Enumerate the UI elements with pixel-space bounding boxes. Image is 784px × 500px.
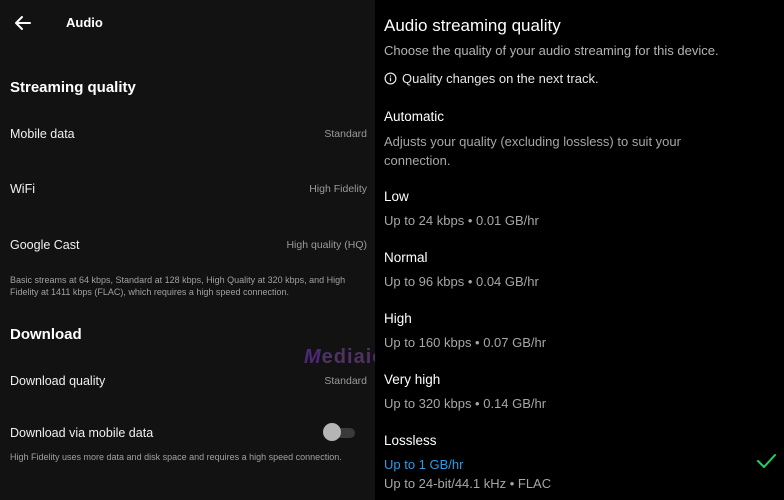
option-desc-selected: Up to 1 GB/hr (384, 457, 464, 472)
row-label: Download quality (10, 374, 106, 388)
wifi-row[interactable]: WiFi High Fidelity (0, 175, 375, 205)
quality-option-very-high[interactable]: Very high Up to 320 kbps • 0.14 GB/hr (375, 372, 784, 414)
audio-settings-panel: Audio Streaming quality Mobile data Stan… (0, 0, 375, 500)
sheet-subtitle: Choose the quality of your audio streami… (384, 43, 719, 58)
download-mobile-data-row[interactable]: Download via mobile data (0, 419, 375, 449)
row-label: WiFi (10, 182, 35, 196)
row-label: Download via mobile data (10, 426, 154, 440)
download-note: High Fidelity uses more data and disk sp… (10, 452, 342, 462)
row-value: Standard (324, 128, 367, 140)
option-name: Automatic (384, 109, 445, 124)
checkmark-icon (757, 454, 776, 468)
option-desc: Up to 24 kbps • 0.01 GB/hr (384, 213, 539, 228)
info-icon (384, 72, 397, 85)
info-text: Quality changes on the next track. (402, 71, 599, 86)
row-value: High Fidelity (309, 183, 367, 195)
streaming-quality-heading: Streaming quality (10, 79, 136, 96)
option-desc-format: Up to 24-bit/44.1 kHz • FLAC (384, 476, 552, 491)
download-mobile-data-toggle[interactable] (323, 423, 357, 441)
mobile-data-row[interactable]: Mobile data Standard (0, 120, 375, 150)
quality-option-low[interactable]: Low Up to 24 kbps • 0.01 GB/hr (375, 189, 784, 231)
back-button[interactable] (12, 12, 34, 34)
arrow-left-icon (15, 16, 31, 30)
audio-streaming-quality-sheet: Audio streaming quality Choose the quali… (375, 0, 784, 500)
option-name: Lossless (384, 433, 437, 448)
option-name: Normal (384, 250, 428, 265)
option-name: Very high (384, 372, 441, 387)
streaming-note: Basic streams at 64 kbps, Standard at 12… (10, 275, 346, 297)
row-label: Mobile data (10, 127, 75, 141)
row-label: Google Cast (10, 238, 80, 252)
row-value: High quality (HQ) (286, 239, 367, 251)
top-bar: Audio (0, 0, 375, 46)
download-heading: Download (10, 326, 82, 343)
download-quality-row[interactable]: Download quality Standard (0, 367, 375, 397)
option-desc: Adjusts your quality (excluding lossless… (384, 134, 681, 168)
option-desc: Up to 160 kbps • 0.07 GB/hr (384, 335, 547, 350)
toggle-knob (323, 423, 341, 441)
page-title: Audio (66, 15, 103, 30)
option-name: High (384, 311, 412, 326)
google-cast-row[interactable]: Google Cast High quality (HQ) (0, 231, 375, 261)
row-value: Standard (324, 375, 367, 387)
quality-option-automatic[interactable]: Automatic Adjusts your quality (excludin… (375, 109, 784, 171)
watermark-logo: Mediaio (304, 346, 375, 368)
option-desc: Up to 320 kbps • 0.14 GB/hr (384, 396, 547, 411)
option-name: Low (384, 189, 409, 204)
quality-option-normal[interactable]: Normal Up to 96 kbps • 0.04 GB/hr (375, 250, 784, 292)
option-desc: Up to 96 kbps • 0.04 GB/hr (384, 274, 539, 289)
quality-option-lossless[interactable]: Lossless Up to 1 GB/hr Up to 24-bit/44.1… (375, 433, 784, 495)
quality-option-high[interactable]: High Up to 160 kbps • 0.07 GB/hr (375, 311, 784, 353)
sheet-title: Audio streaming quality (384, 16, 561, 35)
